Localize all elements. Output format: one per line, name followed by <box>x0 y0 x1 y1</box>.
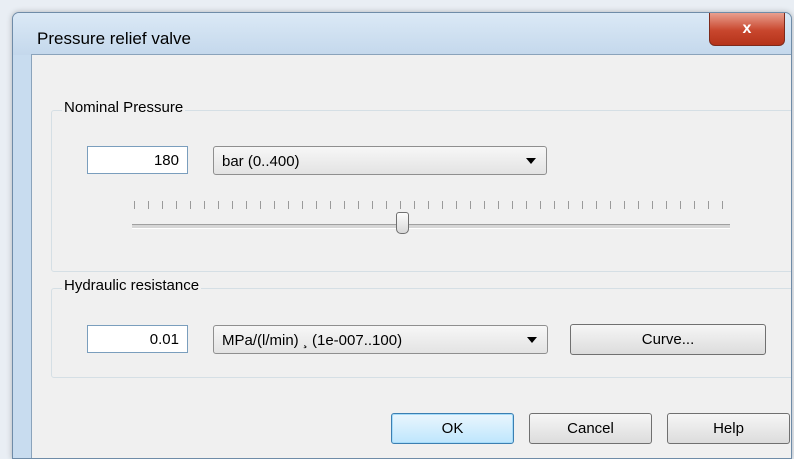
close-icon: x <box>742 20 752 37</box>
dialog-client-area: Nominal Pressure 180 bar (0..400) Hydrau… <box>31 54 791 458</box>
title-bar[interactable]: Pressure relief valve x <box>13 13 791 55</box>
dialog-window: Pressure relief valve x Nominal Pressure… <box>12 12 792 459</box>
pressure-slider-track[interactable] <box>132 224 730 229</box>
pressure-slider-thumb[interactable] <box>396 212 410 234</box>
nominal-pressure-label: Nominal Pressure <box>62 99 186 116</box>
cancel-button[interactable]: Cancel <box>529 413 652 444</box>
hydraulic-resistance-label: Hydraulic resistance <box>62 277 202 294</box>
resistance-unit-value: MPa/(l/min) ¸ (1e-007..100) <box>222 332 403 349</box>
hydraulic-resistance-field[interactable]: 0.01 <box>87 325 188 353</box>
window-title: Pressure relief valve <box>37 29 192 48</box>
curve-button[interactable]: Curve... <box>570 324 766 355</box>
nominal-pressure-field[interactable]: 180 <box>87 146 188 174</box>
pressure-unit-value: bar (0..400) <box>222 153 300 170</box>
ok-button[interactable]: OK <box>391 413 514 444</box>
help-button[interactable]: Help <box>667 413 790 444</box>
resistance-unit-select[interactable]: MPa/(l/min) ¸ (1e-007..100) <box>213 325 548 354</box>
slider-ticks <box>134 201 730 209</box>
chevron-down-icon <box>526 158 536 164</box>
pressure-unit-select[interactable]: bar (0..400) <box>213 146 547 175</box>
nominal-pressure-group: Nominal Pressure <box>51 99 791 272</box>
close-button[interactable]: x <box>709 13 785 46</box>
chevron-down-icon <box>527 337 537 343</box>
